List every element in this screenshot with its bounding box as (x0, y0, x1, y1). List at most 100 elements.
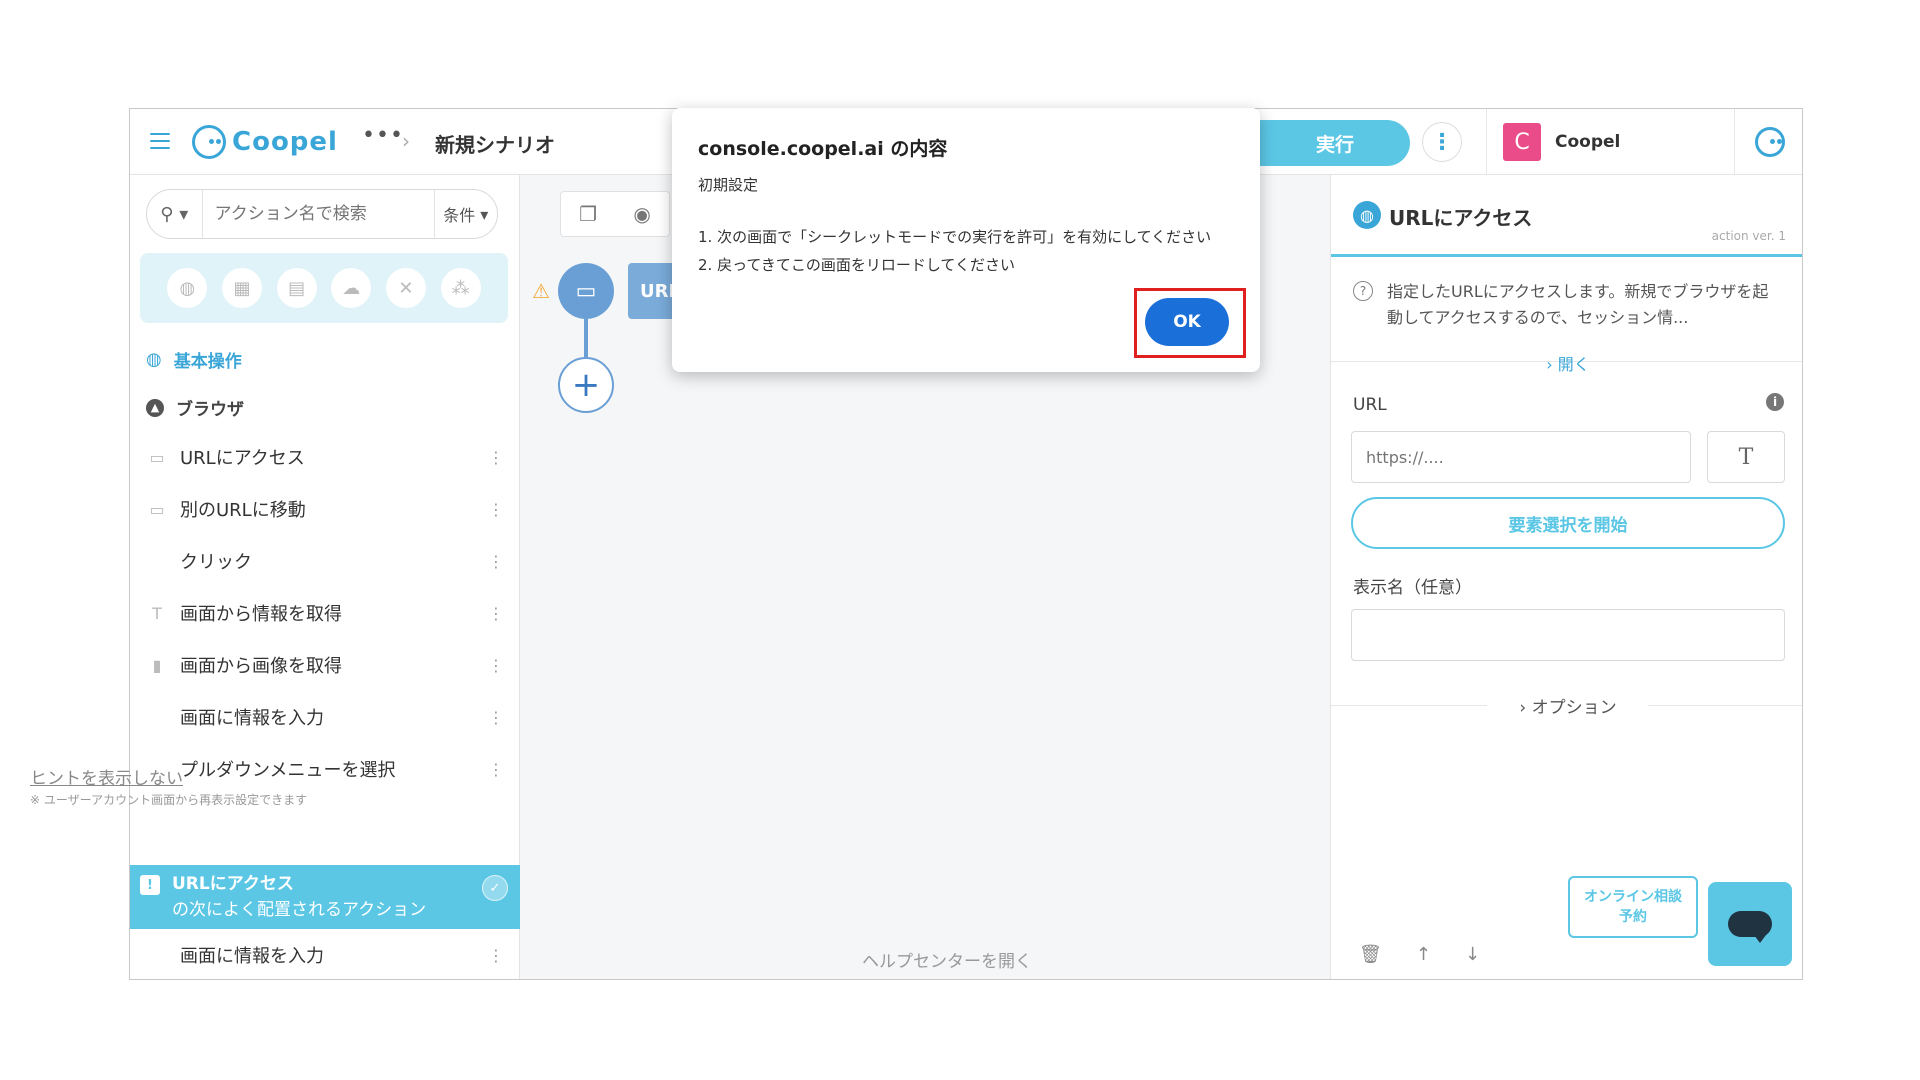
section-basic-operations[interactable]: ◍ 基本操作 (146, 347, 242, 372)
action-sidebar: ⚲ ▾ 条件 ▾ ◍ ▦ ▤ ☁ ✕ ⁂ ◍ 基本操作 ▲ ブラウザ ▭ URL… (130, 175, 520, 979)
browser-window-icon: ▭ (149, 499, 165, 519)
action-item-label: 画面に情報を入力 (180, 708, 324, 729)
hint-footer: ヒントを表示しない ※ ユーザーアカウント画面から再表示設定できます (30, 764, 307, 808)
dialog-title: console.coopel.ai の内容 (698, 138, 948, 160)
kebab-icon[interactable]: ⋮ (488, 656, 504, 675)
run-button[interactable]: 実行 (1260, 120, 1410, 166)
hint-action-item-input-text[interactable]: 画面に情報を入力 ⋮ (130, 929, 520, 979)
url-label: URL (1353, 395, 1387, 415)
condition-label: 条件 (443, 206, 476, 225)
more-options-button[interactable]: ⋮ (1422, 122, 1462, 162)
account-switcher[interactable]: C Coopel (1486, 109, 1726, 175)
url-field[interactable] (1351, 431, 1691, 483)
question-icon: ? (1353, 281, 1373, 301)
chevron-right-icon: › (402, 129, 410, 153)
copy-icon[interactable]: ❐ (579, 202, 597, 226)
section-label: ブラウザ (176, 400, 244, 420)
hide-hints-link[interactable]: ヒントを表示しない (30, 764, 307, 789)
globe-icon: ◍ (146, 349, 162, 370)
ok-button[interactable]: OK (1145, 298, 1229, 346)
kebab-icon[interactable]: ⋮ (488, 708, 504, 727)
dialog-line-1: 1. 次の画面で「シークレットモードでの実行を許可」を有効にしてください (698, 228, 1212, 246)
action-item-url-access[interactable]: ▭ URLにアクセス ⋮ (130, 431, 520, 483)
tools-icon[interactable]: ✕ (385, 268, 426, 308)
hamburger-menu-icon[interactable] (150, 133, 170, 149)
category-filter-bar: ◍ ▦ ▤ ☁ ✕ ⁂ (140, 253, 508, 323)
dialog-line-2: 2. 戻ってきてこの画面をリロードしてください (698, 256, 1015, 274)
globe-icon: ◍ (1353, 201, 1381, 229)
chat-bubble-icon (1728, 911, 1772, 943)
globe-icon[interactable]: ◍ (167, 268, 208, 308)
coopel-logo[interactable]: Coopel (192, 125, 338, 159)
action-description: ? 指定したURLにアクセスします。新規でブラウザを起動してアクセスするので、セ… (1353, 279, 1783, 331)
search-input[interactable] (202, 204, 434, 224)
action-item-click[interactable]: クリック ⋮ (130, 535, 520, 587)
account-name: Coopel (1555, 132, 1621, 152)
chat-button[interactable] (1708, 882, 1792, 966)
hint-icon: ! (140, 875, 160, 895)
browser-window-icon: ▭ (149, 447, 165, 467)
expand-link[interactable]: › 開く (1331, 351, 1802, 375)
display-name-field[interactable] (1351, 609, 1785, 661)
kebab-icon[interactable]: ⋮ (488, 604, 504, 623)
action-item-get-text[interactable]: T 画面から情報を取得 ⋮ (130, 587, 520, 639)
dialog-subtitle: 初期設定 (698, 176, 759, 194)
add-action-button[interactable]: + (558, 357, 614, 413)
logo-text: Coopel (232, 127, 338, 157)
action-item-label: 画面から情報を取得 (180, 604, 342, 625)
condition-dropdown[interactable]: 条件 ▾ (433, 190, 497, 238)
file-icon[interactable]: ▤ (276, 268, 317, 308)
display-name-label: 表示名（任意） (1353, 578, 1472, 598)
action-search: ⚲ ▾ 条件 ▾ (146, 189, 498, 239)
action-item-label: URLにアクセス (180, 448, 305, 469)
consult-line2: 予約 (1619, 909, 1647, 925)
cloud-icon[interactable]: ☁ (331, 268, 372, 308)
panel-title: URLにアクセス (1389, 206, 1533, 230)
action-item-label: クリック (180, 552, 252, 573)
action-item-label: 画面に情報を入力 (180, 946, 324, 967)
action-item-navigate-url[interactable]: ▭ 別のURLに移動 ⋮ (130, 483, 520, 535)
ellipsis-icon[interactable]: ••• (362, 123, 404, 148)
input-icon (146, 708, 168, 726)
kebab-icon[interactable]: ⋮ (488, 760, 504, 779)
description-text: 指定したURLにアクセスします。新規でブラウザを起動してアクセスするので、セッシ… (1387, 282, 1769, 327)
input-icon (146, 946, 168, 964)
hint-subtitle: の次によく配置されるアクション (172, 900, 427, 920)
consult-line1: オンライン相談 (1584, 889, 1682, 905)
action-item-label: 画面から画像を取得 (180, 656, 342, 677)
online-consultation-button[interactable]: オンライン相談 予約 (1568, 876, 1698, 938)
scenario-title[interactable]: 新規シナリオ (435, 129, 555, 158)
check-icon[interactable]: ✓ (482, 875, 508, 901)
action-item-label: 別のURLに移動 (180, 500, 306, 521)
start-element-selection-button[interactable]: 要素選択を開始 (1351, 497, 1785, 549)
kebab-icon[interactable]: ⋮ (488, 448, 504, 467)
divider (1648, 705, 1802, 706)
action-item-input-text[interactable]: 画面に情報を入力 ⋮ (130, 691, 520, 743)
network-icon[interactable]: ⁂ (440, 268, 481, 308)
browser-window-icon[interactable]: ▭ (558, 263, 614, 319)
canvas-toolbar: ❐ ◉ (560, 191, 670, 237)
panel-header: ◍ URLにアクセス action ver. 1 (1331, 175, 1802, 257)
coopel-logo-icon (192, 125, 226, 159)
kebab-icon[interactable]: ⋮ (488, 500, 504, 519)
action-settings-panel: ◍ URLにアクセス action ver. 1 ? 指定したURLにアクセスし… (1330, 175, 1802, 979)
search-icon[interactable]: ⚲ ▾ (147, 190, 203, 238)
kebab-icon[interactable]: ⋮ (488, 946, 504, 965)
arrow-up-icon[interactable]: ↑ (1416, 944, 1431, 965)
section-browser[interactable]: ▲ ブラウザ (146, 395, 244, 420)
arrow-down-icon[interactable]: ↓ (1465, 944, 1480, 965)
action-version: action ver. 1 (1711, 229, 1786, 243)
excel-icon[interactable]: ▦ (221, 268, 262, 308)
help-center-link[interactable]: ヘルプセンターを開く (862, 947, 1032, 972)
eye-off-icon[interactable]: ◉ (633, 202, 650, 226)
cursor-icon (146, 552, 168, 570)
trash-icon[interactable]: 🗑 (1359, 944, 1382, 965)
highlight-frame: OK (1134, 288, 1246, 358)
hint-title: URLにアクセス (172, 874, 294, 894)
action-item-get-image[interactable]: ▮ 画面から画像を取得 ⋮ (130, 639, 520, 691)
connector-line (584, 319, 588, 357)
text-mode-button[interactable]: T (1707, 431, 1785, 483)
coopel-assistant-button[interactable] (1734, 109, 1802, 175)
kebab-icon[interactable]: ⋮ (488, 552, 504, 571)
info-icon[interactable]: i (1766, 393, 1784, 411)
